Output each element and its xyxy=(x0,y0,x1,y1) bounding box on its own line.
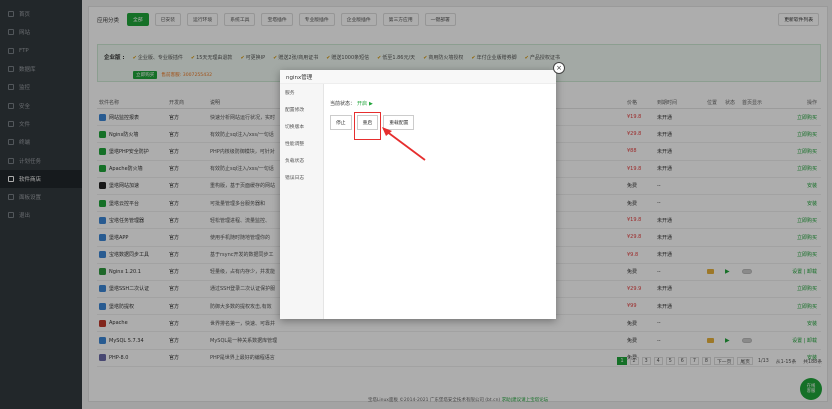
play-icon: ▶ xyxy=(369,100,373,107)
dialog-menu-item[interactable]: 错误日志 xyxy=(280,169,323,186)
close-icon[interactable]: × xyxy=(553,62,565,74)
dialog-menu-item[interactable]: 配置修改 xyxy=(280,101,323,118)
state-label: 当前状态： xyxy=(330,101,356,107)
dialog-menu-item[interactable]: 切换版本 xyxy=(280,118,323,135)
nginx-manage-dialog: nginx管理 服务 配置修改 切换版本 性能调整 负载状态 错误日志 当前状态： 开启 … xyxy=(280,70,556,319)
state-value: 开启 xyxy=(357,101,368,107)
dialog-menu: 服务 配置修改 切换版本 性能调整 负载状态 错误日志 xyxy=(280,84,324,319)
dialog-title: nginx管理 xyxy=(280,70,556,84)
service-state: 当前状态： 开启 ▶ xyxy=(330,100,414,108)
dialog-menu-item[interactable]: 服务 xyxy=(280,84,323,101)
dialog-menu-item[interactable]: 性能调整 xyxy=(280,135,323,152)
annotation-highlight-box xyxy=(354,112,381,140)
dialog-menu-item[interactable]: 负载状态 xyxy=(280,152,323,169)
stop-button[interactable]: 停止 xyxy=(330,115,352,130)
annotation-arrow-icon xyxy=(382,127,426,161)
